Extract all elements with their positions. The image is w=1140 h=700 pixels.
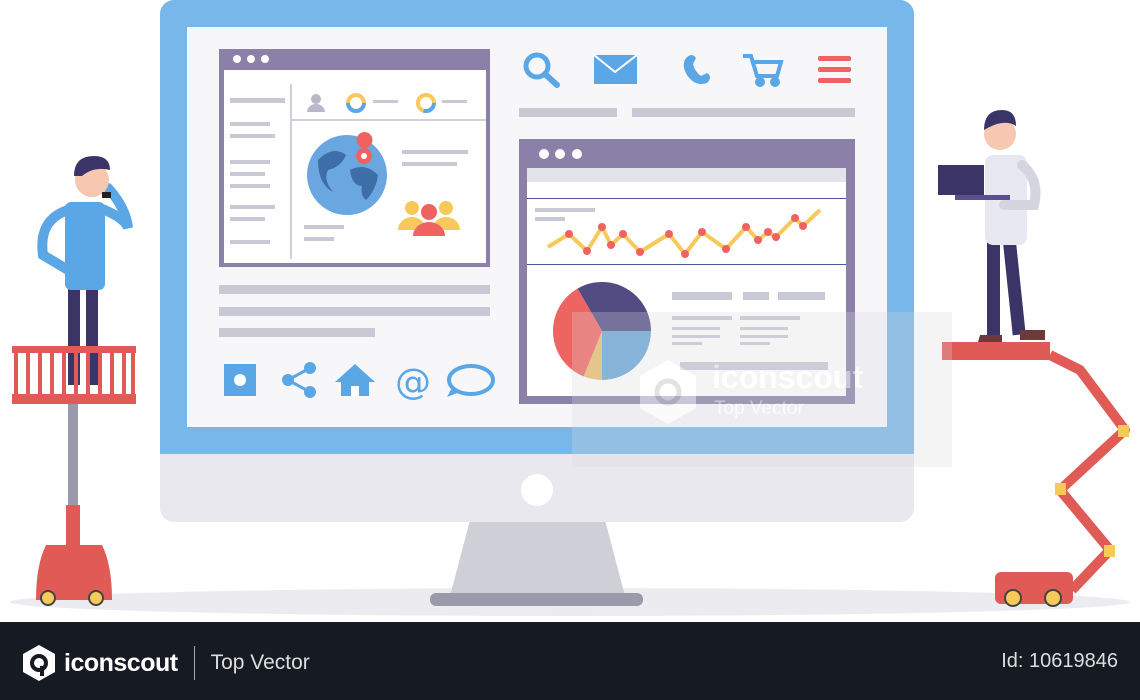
watermark: iconscout Top Vector <box>572 312 952 467</box>
chart-point <box>607 241 615 249</box>
image-icon <box>224 364 256 396</box>
profile-window <box>219 49 490 267</box>
phone <box>102 192 111 198</box>
power-button <box>521 474 553 506</box>
chart-point <box>583 247 591 255</box>
divider <box>193 646 195 680</box>
chart-point <box>665 230 673 238</box>
chart-point <box>742 223 750 231</box>
illustration: @ iconscout Top Vector <box>10 0 1130 616</box>
footer-brand: iconscout <box>64 648 178 677</box>
chart-point <box>636 248 644 256</box>
asset-id: Id: 10619846 <box>1001 650 1118 672</box>
footer-bar: iconscout Top Vector Id: 10619846 <box>0 622 1140 700</box>
chart-point <box>598 223 606 231</box>
chart-point <box>791 214 799 222</box>
chart-point <box>681 250 689 258</box>
monitor-stand <box>450 520 625 596</box>
menu-icon <box>818 56 851 83</box>
chart-point <box>619 230 627 238</box>
iconscout-logo-icon <box>23 645 55 681</box>
worker-on-phone <box>12 156 136 606</box>
chart-point <box>772 233 780 241</box>
chart-point <box>722 245 730 253</box>
chart-point <box>565 230 573 238</box>
chart-point <box>799 222 807 230</box>
footer-tagline: Top Vector <box>210 651 310 674</box>
chart-point <box>754 236 762 244</box>
laptop <box>938 165 984 195</box>
chart-point <box>698 228 706 236</box>
footer-logo[interactable]: iconscout Top Vector <box>22 644 310 682</box>
monitor-base <box>430 593 643 606</box>
worker-with-laptop <box>938 110 1130 607</box>
at-icon: @ <box>395 362 431 403</box>
chart-point <box>764 228 772 236</box>
watermark-tagline: Top Vector <box>714 398 804 419</box>
watermark-brand: iconscout <box>712 359 863 395</box>
user-icon <box>311 94 321 104</box>
mail-icon <box>593 54 638 84</box>
